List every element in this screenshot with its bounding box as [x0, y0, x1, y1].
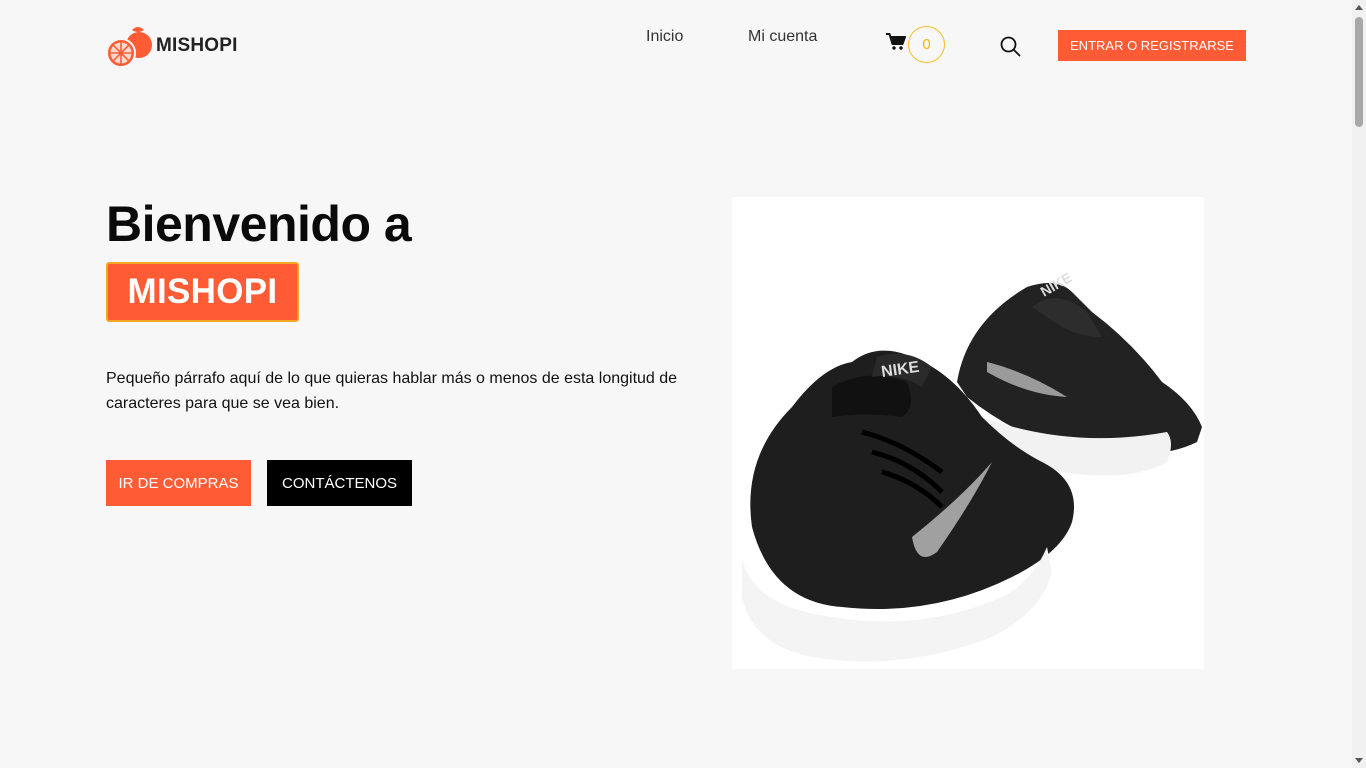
scroll-down-arrow-icon[interactable] — [1355, 758, 1363, 763]
orange-fruit-icon — [106, 27, 152, 68]
search-icon[interactable] — [1000, 36, 1021, 57]
scroll-up-arrow-icon[interactable] — [1355, 5, 1363, 10]
contact-button[interactable]: CONTÁCTENOS — [267, 460, 412, 506]
logo[interactable]: MISHOPI — [106, 22, 238, 68]
hero-product-image: NIKE NIKE — [732, 197, 1204, 669]
nav-link-mi-cuenta[interactable]: Mi cuenta — [748, 28, 817, 46]
page-scrollbar[interactable] — [1352, 0, 1366, 768]
login-register-button[interactable]: ENTRAR O REGISTRARSE — [1058, 30, 1246, 61]
sneakers-illustration: NIKE NIKE — [742, 269, 1202, 662]
hero-title: Bienvenido a — [106, 196, 412, 252]
cart-count-badge[interactable]: 0 — [908, 26, 945, 63]
brand-badge: MISHOPI — [106, 262, 299, 322]
hero-description: Pequeño párrafo aquí de lo que quieras h… — [106, 370, 678, 412]
site-header: MISHOPI Inicio Mi cuenta 0 ENTRAR O REGI… — [0, 0, 1352, 90]
logo-text: MISHOPI — [156, 35, 238, 56]
scroll-thumb[interactable] — [1355, 17, 1363, 127]
nav-link-inicio[interactable]: Inicio — [646, 28, 683, 46]
shop-button[interactable]: IR DE COMPRAS — [106, 460, 251, 506]
shopping-cart-icon[interactable] — [886, 33, 906, 51]
